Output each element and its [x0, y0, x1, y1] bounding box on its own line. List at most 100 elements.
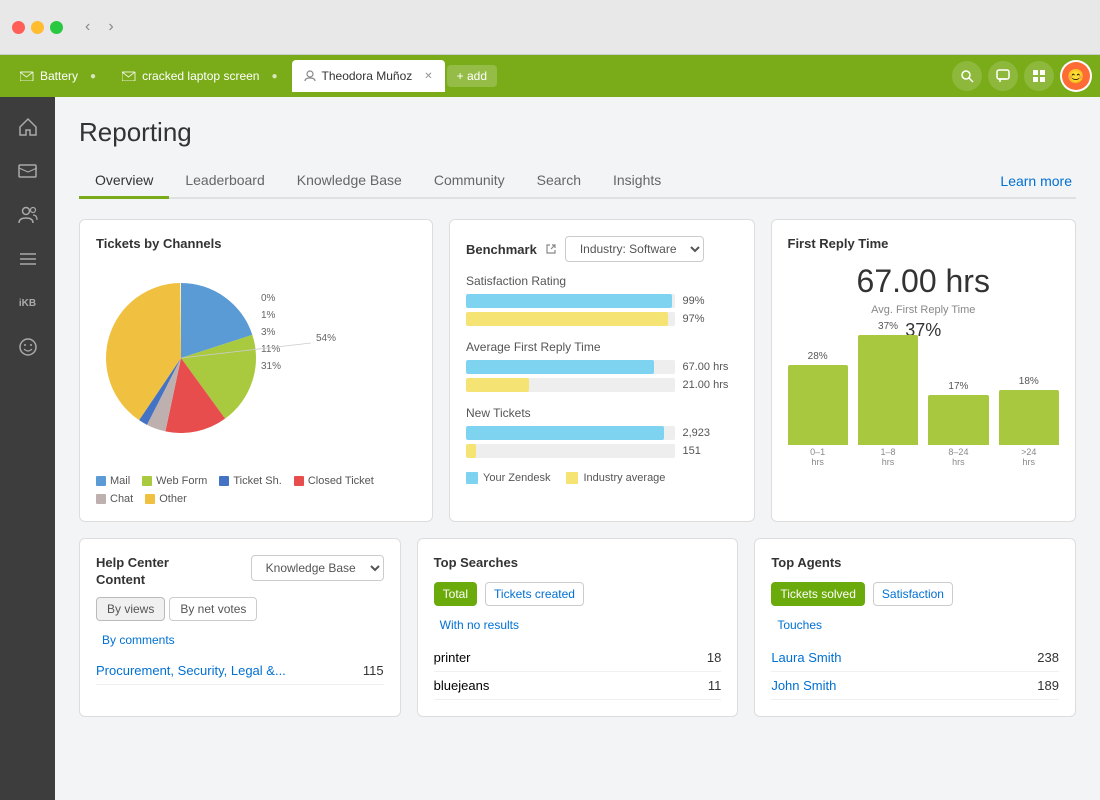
by-net-votes-tab[interactable]: By net votes	[169, 597, 257, 621]
search-row-printer: printer 18	[434, 644, 722, 672]
tickets-icon	[18, 163, 38, 179]
legend-ticketsh-label: Ticket Sh.	[233, 475, 282, 487]
by-comments-link[interactable]: By comments	[96, 629, 181, 651]
tab-insights[interactable]: Insights	[597, 164, 677, 199]
by-views-tab[interactable]: By views	[96, 597, 165, 621]
satisfaction-track-industry	[466, 312, 675, 326]
app-layout: iKB Reporting Overview Leaderboard Knowl…	[0, 97, 1100, 800]
bar-24plus-col	[999, 390, 1059, 445]
bar-0-1-pct: 28%	[808, 351, 828, 362]
tab-knowledge-base[interactable]: Knowledge Base	[281, 164, 418, 199]
tab-battery-label: Battery	[40, 69, 78, 83]
page-title: Reporting	[79, 117, 1076, 148]
back-arrow[interactable]: ‹	[85, 18, 90, 36]
ticketsh-dot	[219, 476, 229, 486]
reply-time-track-industry	[466, 378, 675, 392]
bar-8-24-col	[928, 395, 988, 445]
your-dot	[466, 472, 478, 484]
satisfaction-tab[interactable]: Satisfaction	[873, 582, 953, 606]
top-agents-tabs: Tickets solved Satisfaction	[771, 582, 1059, 606]
help-center-row-1: Procurement, Security, Legal &... 115	[96, 657, 384, 685]
list-icon	[19, 251, 37, 267]
tab-theodora[interactable]: Theodora Muñoz ✕	[292, 60, 445, 92]
legend-other: Other	[145, 493, 187, 505]
touches-link[interactable]: Touches	[771, 614, 828, 636]
chat-dot	[96, 494, 106, 504]
reply-time-val-your: 67.00 hrs	[683, 361, 738, 373]
bench-leg-your: Your Zendesk	[466, 472, 550, 484]
reply-time-fill-industry	[466, 378, 529, 392]
tab-battery-close[interactable]: ●	[90, 71, 96, 82]
tab-cracked[interactable]: cracked laptop screen ●	[110, 60, 289, 92]
agent-row-laura: Laura Smith 238	[771, 644, 1059, 672]
tab-leaderboard[interactable]: Leaderboard	[169, 164, 280, 199]
frt-percent: 37%	[788, 320, 1060, 341]
help-center-row-label[interactable]: Procurement, Security, Legal &...	[96, 663, 286, 678]
tab-community[interactable]: Community	[418, 164, 521, 199]
sidebar-item-users[interactable]	[8, 195, 48, 235]
first-reply-time-card: First Reply Time 67.00 hrs Avg. First Re…	[771, 219, 1077, 522]
pie-lines	[96, 273, 416, 453]
tab-overview[interactable]: Overview	[79, 164, 169, 199]
legend-other-label: Other	[159, 493, 187, 505]
help-center-select[interactable]: Knowledge Base	[251, 555, 384, 581]
search-tab-button[interactable]	[952, 61, 982, 91]
bar-0-1-col	[788, 365, 848, 445]
tab-cracked-label: cracked laptop screen	[142, 69, 259, 83]
sidebar-item-tickets[interactable]	[8, 151, 48, 191]
chat-icon	[996, 69, 1010, 83]
minimize-btn[interactable]	[31, 21, 44, 34]
sidebar-item-ikb[interactable]: iKB	[8, 283, 48, 323]
chat-tab-button[interactable]	[988, 61, 1018, 91]
agent-label-laura[interactable]: Laura Smith	[771, 650, 841, 665]
search-row-bluejeans: bluejeans 11	[434, 672, 722, 700]
your-label: Your Zendesk	[483, 472, 550, 484]
chart-area: 0% 1% 3% 11% 31% 54%	[96, 263, 416, 463]
tab-battery[interactable]: Battery ●	[8, 60, 108, 92]
sidebar: iKB	[0, 97, 55, 800]
benchmark-satisfaction: Satisfaction Rating 99% 97%	[466, 274, 738, 326]
frt-bar-chart: 28% 0–1hrs 37% 1–8hrs 17% 8–24hrs	[788, 357, 1060, 487]
avatar-button[interactable]: 😊	[1060, 60, 1092, 92]
tab-bar-actions: 😊	[952, 60, 1092, 92]
satisfaction-bar-your: 99%	[466, 294, 738, 308]
benchmark-industry-select[interactable]: Industry: Software	[565, 236, 704, 262]
agent-label-john[interactable]: John Smith	[771, 678, 836, 693]
sidebar-item-home[interactable]	[8, 107, 48, 147]
forward-arrow[interactable]: ›	[108, 18, 113, 36]
legend-chat: Chat	[96, 493, 133, 505]
maximize-btn[interactable]	[50, 21, 63, 34]
help-center-row-val: 115	[363, 663, 384, 678]
close-btn[interactable]	[12, 21, 25, 34]
tabs-nav: Overview Leaderboard Knowledge Base Comm…	[79, 164, 1076, 199]
with-no-results-wrap: With no results	[434, 616, 722, 634]
avatar-image: 😊	[1062, 62, 1090, 90]
agent-val-laura: 238	[1037, 650, 1059, 665]
satisfaction-val-your: 99%	[683, 295, 738, 307]
sidebar-item-feedback[interactable]	[8, 327, 48, 367]
with-no-results-link[interactable]: With no results	[434, 614, 525, 636]
top-searches-tabs: Total Tickets created	[434, 582, 722, 606]
add-tab-button[interactable]: + add	[447, 65, 497, 87]
grid-icon	[1032, 69, 1046, 83]
legend-mail: Mail	[96, 475, 130, 487]
webform-dot	[142, 476, 152, 486]
learn-more-link[interactable]: Learn more	[1000, 173, 1076, 189]
tickets-solved-tab[interactable]: Tickets solved	[771, 582, 865, 606]
reply-time-bar-industry: 21.00 hrs	[466, 378, 738, 392]
satisfaction-fill-your	[466, 294, 672, 308]
top-agents-card: Top Agents Tickets solved Satisfaction T…	[754, 538, 1076, 717]
bar-1-8-col	[858, 335, 918, 445]
bar-0-1-label: 0–1hrs	[810, 447, 825, 467]
grid-tab-button[interactable]	[1024, 61, 1054, 91]
total-tab[interactable]: Total	[434, 582, 477, 606]
tab-cracked-close[interactable]: ●	[271, 71, 277, 82]
tab-theodora-close[interactable]: ✕	[424, 71, 432, 82]
tab-search[interactable]: Search	[521, 164, 597, 199]
help-center-header: Help CenterContent Knowledge Base	[96, 555, 384, 589]
sidebar-item-list[interactable]	[8, 239, 48, 279]
tickets-created-tab[interactable]: Tickets created	[485, 582, 584, 606]
benchmark-title: Benchmark	[466, 242, 537, 257]
envelope-icon	[20, 71, 34, 81]
bar-8-24hrs: 17% 8–24hrs	[928, 381, 988, 467]
